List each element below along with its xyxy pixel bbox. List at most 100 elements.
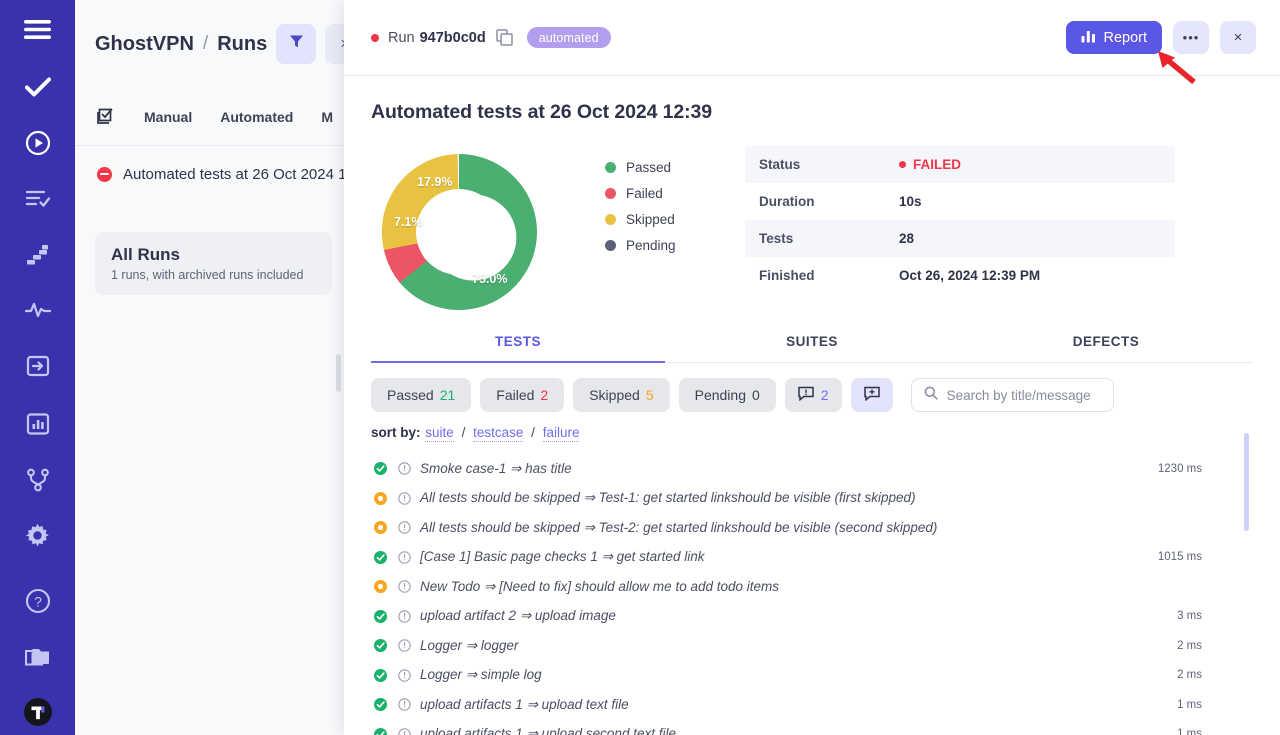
tab-suites[interactable]: SUITES <box>665 334 959 362</box>
info-icon[interactable] <box>398 521 411 534</box>
menu-icon[interactable] <box>15 7 61 53</box>
test-row[interactable]: Logger ⇒ logger 2 ms <box>344 631 1280 661</box>
sort-link-testcase[interactable]: testcase <box>473 425 523 442</box>
runs-panel-scrollbar[interactable] <box>336 354 341 392</box>
test-row[interactable]: upload artifacts 1 ⇒ upload second text … <box>344 720 1280 735</box>
check-icon[interactable] <box>15 64 61 110</box>
test-duration: 3 ms <box>1177 610 1250 622</box>
passed-status-icon <box>374 462 387 475</box>
search-placeholder: Search by title/message <box>947 388 1091 403</box>
page-title: Automated tests at 26 Oct 2024 12:39 <box>344 76 1280 124</box>
filter-label: Pending <box>695 387 746 403</box>
passed-status-icon <box>374 551 387 564</box>
search-input[interactable]: Search by title/message <box>911 378 1114 412</box>
info-icon[interactable] <box>398 728 411 735</box>
help-icon[interactable]: ? <box>15 578 61 624</box>
filter-pending[interactable]: Pending 0 <box>679 378 776 412</box>
info-icon[interactable] <box>398 610 411 623</box>
breadcrumb-separator: / <box>203 33 208 55</box>
chart-icon[interactable] <box>15 401 61 447</box>
legend-swatch <box>605 214 616 225</box>
search-icon <box>924 386 938 405</box>
test-row[interactable]: All tests should be skipped ⇒ Test-1: ge… <box>344 484 1280 514</box>
info-icon[interactable] <box>398 551 411 564</box>
test-row[interactable]: Logger ⇒ simple log 2 ms <box>344 661 1280 691</box>
legend-label: Skipped <box>626 212 675 227</box>
test-row[interactable]: upload artifacts 1 ⇒ upload text file 1 … <box>344 690 1280 720</box>
sort-link-failure[interactable]: failure <box>543 425 580 442</box>
app-root: ? GhostVPN / Runs <box>0 0 1280 735</box>
avatar[interactable] <box>15 689 61 735</box>
runs-panel: GhostVPN / Runs × Manual Automated M <box>75 0 345 735</box>
checklist-icon[interactable] <box>97 107 116 126</box>
left-icon-rail: ? <box>0 0 75 735</box>
legend-swatch <box>605 162 616 173</box>
test-title: upload artifacts 1 ⇒ upload second text … <box>420 726 676 735</box>
sort-link-suite[interactable]: suite <box>425 425 454 442</box>
filter-defects[interactable]: 2 <box>785 378 842 412</box>
stat-row-finished: Finished Oct 26, 2024 12:39 PM <box>745 257 1175 294</box>
info-icon[interactable] <box>398 462 411 475</box>
filter-label: Failed <box>496 387 534 403</box>
test-row[interactable]: [Case 1] Basic page checks 1 ⇒ get start… <box>344 543 1280 573</box>
runs-list-item[interactable]: Automated tests at 26 Oct 2024 1 <box>75 146 344 202</box>
steps-icon[interactable] <box>15 232 61 278</box>
test-title: upload artifact 2 ⇒ upload image <box>420 608 616 624</box>
legend-item-skipped: Skipped <box>605 206 715 232</box>
test-duration: 1 ms <box>1177 728 1250 735</box>
tab-tests[interactable]: TESTS <box>371 334 665 362</box>
passed-status-icon <box>374 669 387 682</box>
run-stats-table: Status FAILED Duration 10s Tests 28 Fini… <box>745 146 1175 294</box>
run-detail-modal: Run 947b0c0d automated Report <box>344 0 1280 735</box>
play-circle-icon[interactable] <box>15 120 61 166</box>
test-row[interactable]: All tests should be skipped ⇒ Test-2: ge… <box>344 513 1280 543</box>
test-title: Logger ⇒ simple log <box>420 667 542 683</box>
breadcrumb-project[interactable]: GhostVPN <box>95 33 194 56</box>
filter-passed[interactable]: Passed 21 <box>371 378 471 412</box>
status-badge: FAILED <box>899 157 961 172</box>
defect-count: 2 <box>821 387 829 403</box>
test-title: All tests should be skipped ⇒ Test-2: ge… <box>420 520 937 536</box>
test-list-scrollbar[interactable] <box>1244 433 1249 531</box>
runs-list-item-label: Automated tests at 26 Oct 2024 1 <box>123 166 344 183</box>
info-icon[interactable] <box>398 492 411 505</box>
runs-tab-automated[interactable]: Automated <box>220 109 293 125</box>
all-runs-card[interactable]: All Runs 1 runs, with archived runs incl… <box>95 232 332 295</box>
passed-status-icon <box>374 698 387 711</box>
annotation-arrow <box>1150 48 1198 89</box>
info-icon[interactable] <box>398 669 411 682</box>
copy-icon[interactable] <box>496 29 513 46</box>
import-icon[interactable] <box>15 343 61 389</box>
report-button[interactable]: Report <box>1066 21 1162 54</box>
filter-label: Skipped <box>589 387 640 403</box>
stat-value: 10s <box>899 194 922 209</box>
list-check-icon[interactable] <box>15 176 61 222</box>
comment-plus-icon <box>864 386 880 404</box>
activity-icon[interactable] <box>15 287 61 333</box>
runs-tab-more[interactable]: M <box>321 109 333 125</box>
runs-tabs: Manual Automated M <box>75 88 344 146</box>
test-row[interactable]: upload artifact 2 ⇒ upload image 3 ms <box>344 602 1280 632</box>
add-defect-button[interactable] <box>851 378 893 412</box>
folder-icon[interactable] <box>15 634 61 680</box>
run-prefix-label: Run <box>388 30 415 46</box>
close-modal-button[interactable]: × <box>1220 21 1256 54</box>
filter-count: 0 <box>752 387 760 403</box>
filter-skipped[interactable]: Skipped 5 <box>573 378 669 412</box>
filter-count: 5 <box>646 387 654 403</box>
runs-tab-manual[interactable]: Manual <box>144 109 192 125</box>
info-icon[interactable] <box>398 698 411 711</box>
info-icon[interactable] <box>398 580 411 593</box>
test-row[interactable]: Smoke case-1 ⇒ has title 1230 ms <box>344 454 1280 484</box>
test-title: Logger ⇒ logger <box>420 638 518 654</box>
info-icon[interactable] <box>398 639 411 652</box>
filter-button[interactable] <box>276 24 316 64</box>
branch-icon[interactable] <box>15 457 61 503</box>
tab-defects[interactable]: DEFECTS <box>959 334 1253 362</box>
stat-key: Duration <box>759 194 899 209</box>
gear-icon[interactable] <box>15 513 61 559</box>
filter-failed[interactable]: Failed 2 <box>480 378 564 412</box>
legend-label: Pending <box>626 238 676 253</box>
skipped-status-icon <box>374 521 387 534</box>
test-row[interactable]: New Todo ⇒ [Need to fix] should allow me… <box>344 572 1280 602</box>
